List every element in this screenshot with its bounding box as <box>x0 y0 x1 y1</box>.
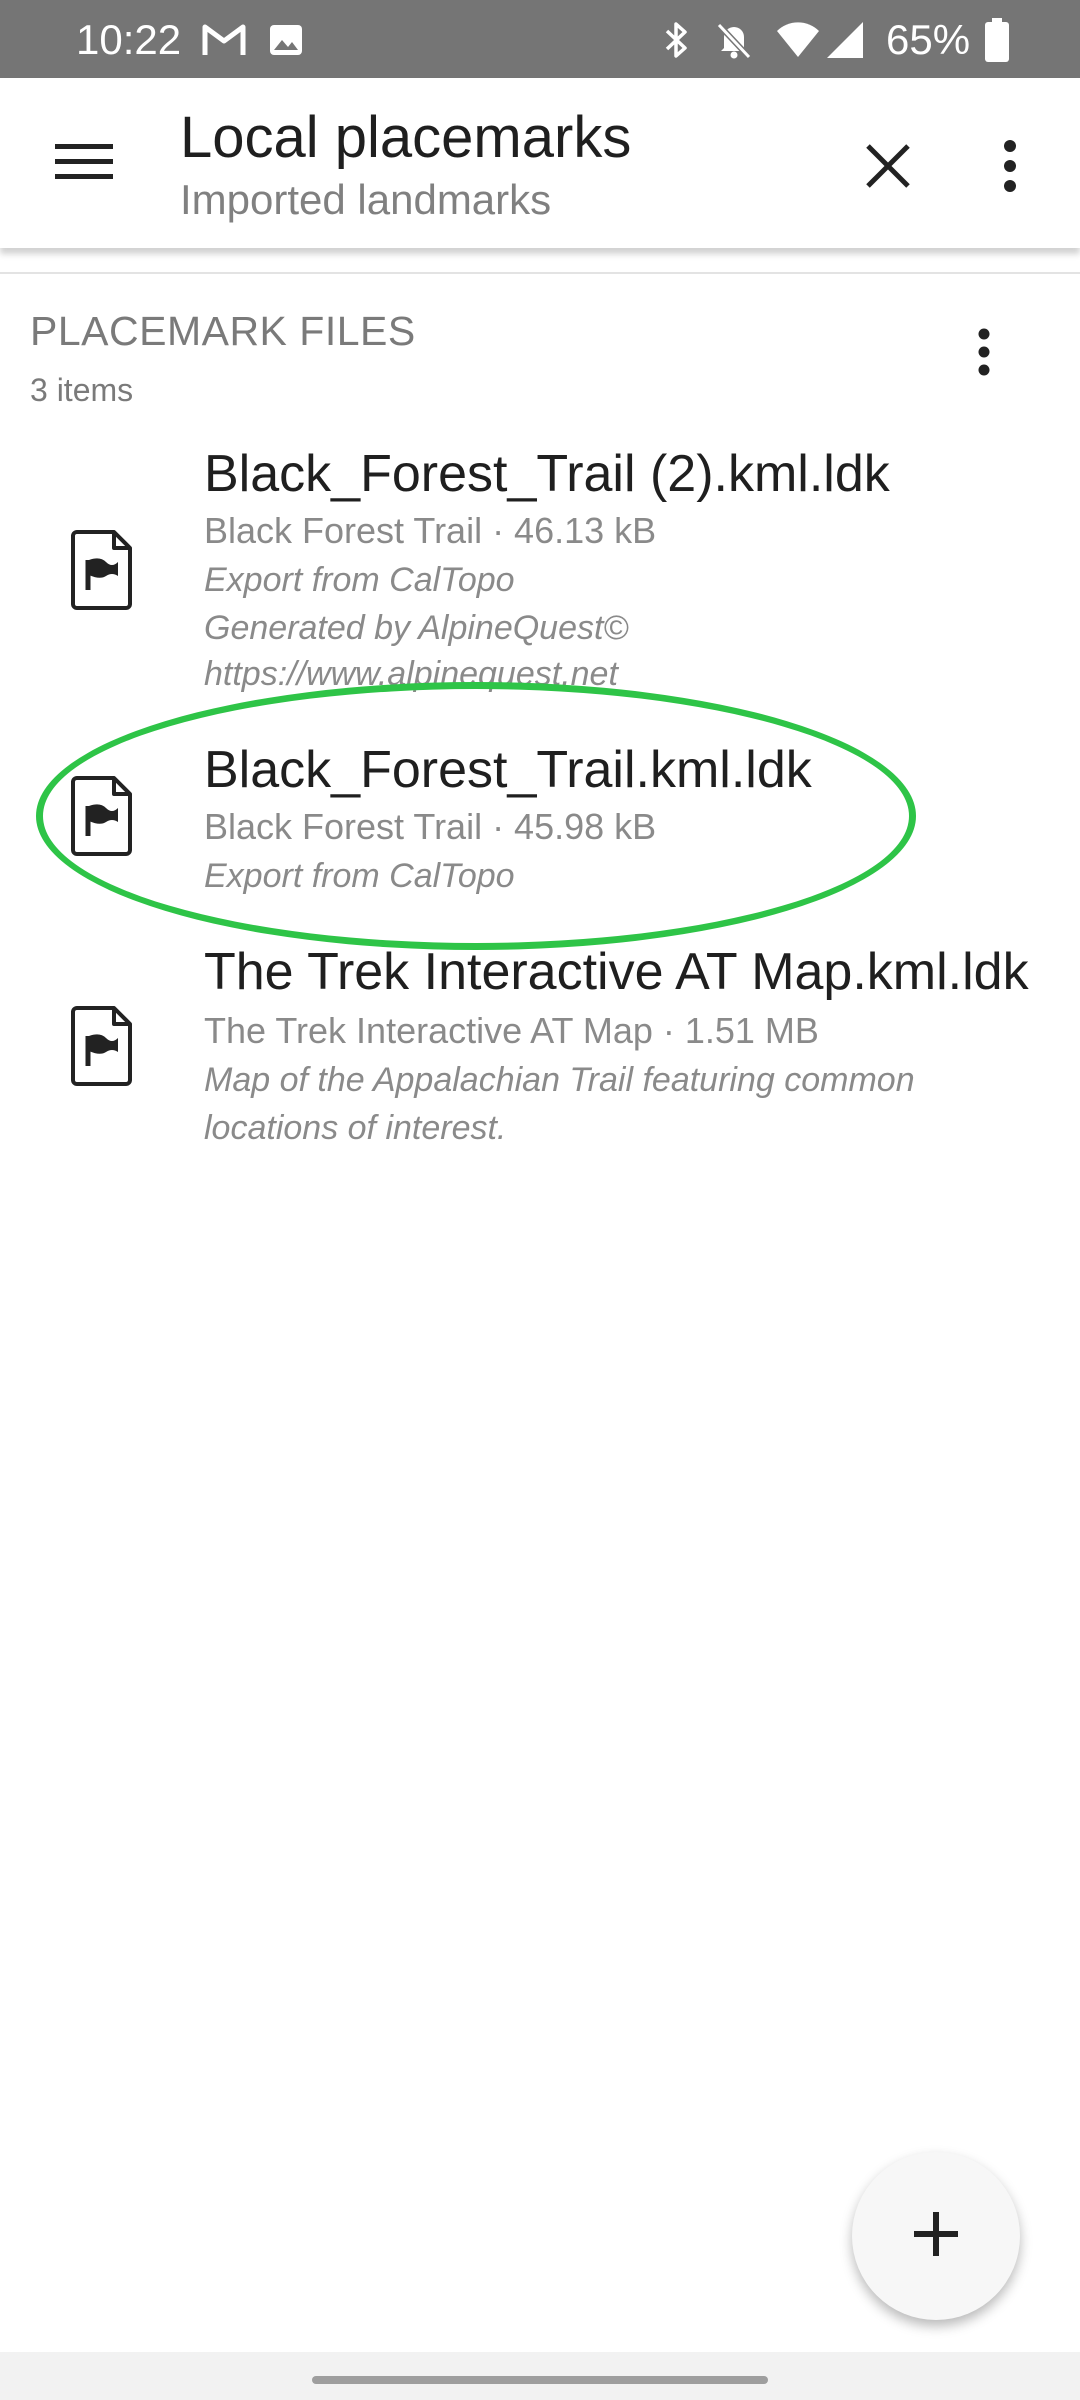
placemark-file-icon <box>68 776 134 858</box>
close-button[interactable] <box>848 128 928 208</box>
divider <box>0 272 1080 274</box>
add-placemark-button[interactable] <box>852 2152 1020 2320</box>
file-name: Black_Forest_Trail.kml.ldk <box>204 741 812 799</box>
file-meta: Black Forest Trail · 46.13 kB <box>204 510 657 551</box>
file-description: Export from CalTopo <box>204 857 515 895</box>
app-bar: Local placemarks Imported landmarks <box>0 78 1080 248</box>
page-title: Local placemarks <box>180 105 632 170</box>
file-meta: Black Forest Trail · 45.98 kB <box>204 806 657 847</box>
menu-button[interactable] <box>40 128 128 200</box>
item-count: 3 items <box>30 372 134 408</box>
placemark-file-icon <box>68 530 134 612</box>
list-item[interactable]: Black_Forest_Trail (2).kml.ldk Black For… <box>0 430 1080 693</box>
file-name: Black_Forest_Trail (2).kml.ldk <box>204 445 890 503</box>
wifi-icon <box>774 20 822 60</box>
battery-percentage: 65% <box>886 16 971 63</box>
menu-icon <box>55 142 113 187</box>
page-subtitle: Imported landmarks <box>180 176 552 223</box>
more-vert-icon <box>977 328 991 381</box>
file-description: locations of interest. <box>204 1109 507 1147</box>
section-title: PLACEMARK FILES <box>30 308 416 354</box>
image-icon <box>266 20 306 60</box>
file-meta: The Trek Interactive AT Map · 1.51 MB <box>204 1010 819 1051</box>
file-description: https://www.alpinequest.net <box>204 655 618 693</box>
more-options-button[interactable] <box>980 128 1040 208</box>
home-gesture-handle[interactable] <box>312 2376 768 2384</box>
signal-icon <box>824 20 866 60</box>
file-description: Generated by AlpineQuest© <box>204 609 629 647</box>
list-item[interactable]: Black_Forest_Trail.kml.ldk Black Forest … <box>0 726 1080 916</box>
list-item[interactable]: The Trek Interactive AT Map.kml.ldk The … <box>0 930 1080 1150</box>
file-name: The Trek Interactive AT Map.kml.ldk <box>204 943 1029 1001</box>
section-more-button[interactable] <box>956 318 1012 390</box>
more-vert-icon <box>1002 139 1018 197</box>
close-icon <box>865 143 911 194</box>
status-bar: 10:22 65% <box>0 0 1080 78</box>
plus-icon <box>912 2210 960 2263</box>
battery-icon <box>982 18 1012 62</box>
status-time: 10:22 <box>76 16 182 63</box>
bluetooth-icon <box>656 20 696 60</box>
file-description: Export from CalTopo <box>204 561 515 599</box>
file-description: Map of the Appalachian Trail featuring c… <box>204 1061 915 1099</box>
mute-icon <box>712 20 756 60</box>
gmail-icon <box>200 20 248 60</box>
placemark-file-icon <box>68 1006 134 1088</box>
